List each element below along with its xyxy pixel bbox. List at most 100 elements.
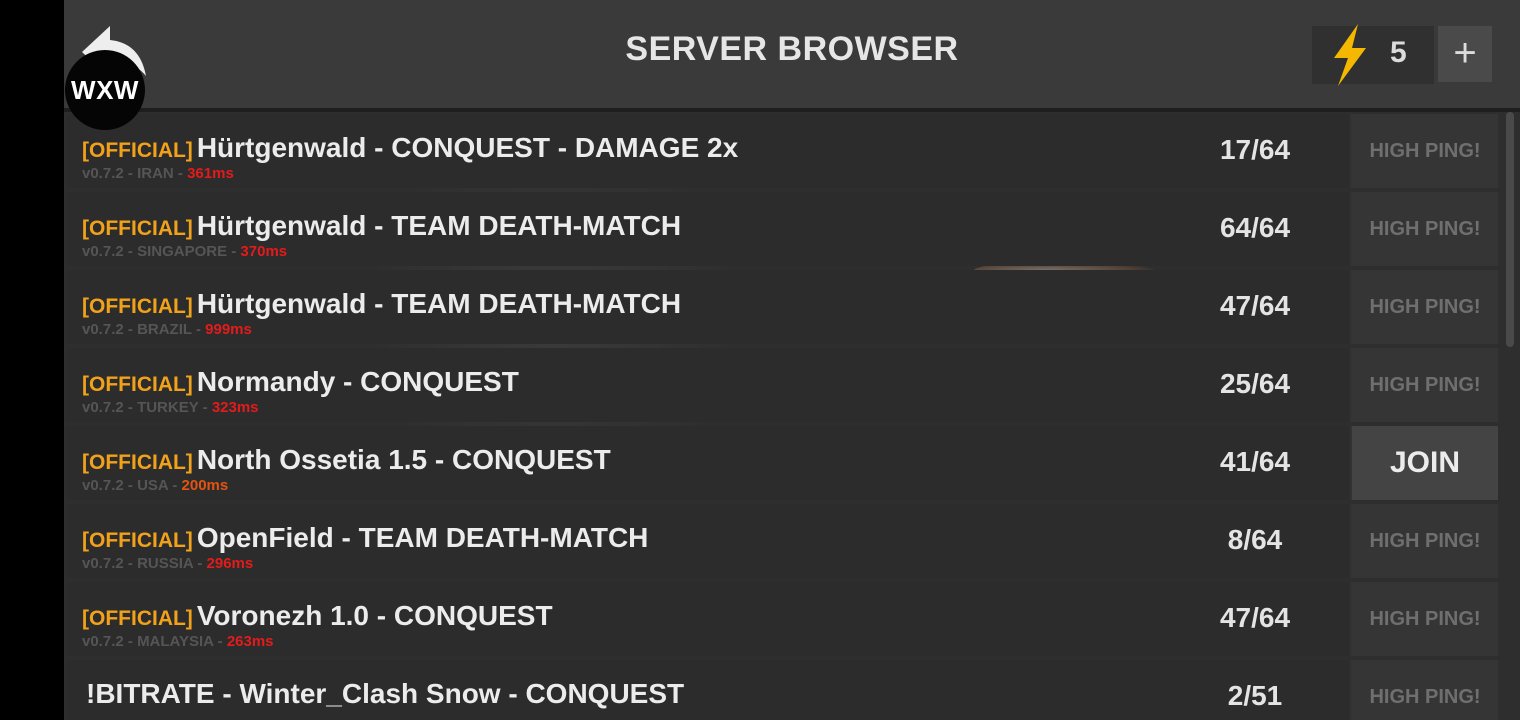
meta-separator: - [123,165,138,182]
meta-separator: - [213,633,227,650]
page-title: SERVER BROWSER [625,30,959,68]
server-info[interactable]: [OFFICIAL] Normandy - CONQUEST v0.7.2 - TU… [66,348,1350,422]
meta-separator: - [191,321,206,338]
server-ping: 323ms [211,399,259,416]
server-name: !BITRATE - Winter_Clash Snow - CONQUEST [86,678,685,709]
join-button[interactable]: JOIN [1352,426,1498,500]
server-version: v0.7.2 [82,555,124,572]
add-energy-button[interactable]: + [1438,26,1492,82]
scrollbar[interactable] [1506,112,1514,347]
official-tag: [OFFICIAL] [82,529,193,552]
server-meta: v0.7.2 - SINGAPORE - 370ms [82,243,287,260]
server-meta: v0.7.2 - IRAN - 361ms [82,165,234,182]
official-tag: [OFFICIAL] [82,451,193,474]
server-ping: 200ms [181,477,229,494]
server-title: [OFFICIAL] Hürtgenwald - TEAM DEATH-MATCH [82,288,681,320]
meta-separator: - [123,321,138,338]
header-bar: SERVER BROWSER 5 + [64,0,1520,112]
player-count: 47/64 [1219,602,1291,633]
server-version: v0.7.2 [82,399,124,416]
server-title: !BITRATE - Winter_Clash Snow - CONQUEST [82,678,684,710]
player-count: 47/64 [1219,290,1291,321]
server-name: Normandy - CONQUEST [196,366,519,397]
player-count: 2/51 [1227,680,1283,711]
server-name: Hürtgenwald - TEAM DEATH-MATCH [196,210,682,241]
official-tag: [OFFICIAL] [82,139,193,162]
meta-separator: - [123,243,138,260]
official-tag: [OFFICIAL] [82,373,193,396]
high-ping-status: HIGH PING! [1352,582,1498,656]
server-version: v0.7.2 [82,321,124,338]
server-ping: 370ms [240,243,288,260]
meta-separator: - [173,165,188,182]
server-version: v0.7.2 [82,165,124,182]
server-row[interactable]: [OFFICIAL] OpenField - TEAM DEATH-MATCH v0… [66,504,1498,578]
player-count: 17/64 [1219,134,1291,165]
meta-separator: - [168,477,182,494]
high-ping-status: HIGH PING! [1352,660,1498,720]
server-row[interactable]: !BITRATE - Winter_Clash Snow - CONQUEST 2… [66,660,1498,720]
server-title: [OFFICIAL] North Ossetia 1.5 - CONQUEST [82,444,611,476]
watermark-badge: WXW [65,50,145,130]
game-screen: SERVER BROWSER 5 + [OFFICIAL] Hürtgenwald… [64,0,1520,720]
server-info[interactable]: [OFFICIAL] North Ossetia 1.5 - CONQUEST v0… [66,426,1350,500]
server-meta: v0.7.2 - MALAYSIA - 263ms [82,633,274,650]
server-region: USA [137,477,169,494]
high-ping-status: HIGH PING! [1352,504,1498,578]
high-ping-status: HIGH PING! [1352,270,1498,344]
server-name: Voronezh 1.0 - CONQUEST [196,600,553,631]
server-version: v0.7.2 [82,633,124,650]
server-row[interactable]: [OFFICIAL] North Ossetia 1.5 - CONQUEST v0… [66,426,1498,500]
server-region: IRAN [137,165,174,182]
server-title: [OFFICIAL] Voronezh 1.0 - CONQUEST [82,600,553,632]
server-info[interactable]: [OFFICIAL] OpenField - TEAM DEATH-MATCH v0… [66,504,1350,578]
server-version: v0.7.2 [82,477,124,494]
meta-separator: - [123,477,138,494]
player-count: 8/64 [1227,524,1283,555]
server-row[interactable]: [OFFICIAL] Hürtgenwald - CONQUEST - DAMAG… [66,114,1498,188]
meta-separator: - [198,399,212,416]
server-name: OpenField - TEAM DEATH-MATCH [196,522,649,553]
server-region: RUSSIA [137,555,194,572]
server-list: [OFFICIAL] Hürtgenwald - CONQUEST - DAMAG… [66,114,1498,720]
server-region: BRAZIL [137,321,192,338]
meta-separator: - [123,399,138,416]
server-meta: v0.7.2 - RUSSIA - 296ms [82,555,253,572]
server-name: Hürtgenwald - TEAM DEATH-MATCH [196,288,682,319]
server-info[interactable]: [OFFICIAL] Voronezh 1.0 - CONQUEST v0.7.2 … [66,582,1350,656]
energy-counter: 5 [1312,24,1434,86]
server-info[interactable]: !BITRATE - Winter_Clash Snow - CONQUEST 2… [66,660,1350,720]
energy-count: 5 [1390,36,1407,69]
player-count: 41/64 [1219,446,1291,477]
server-row[interactable]: [OFFICIAL] Voronezh 1.0 - CONQUEST v0.7.2 … [66,582,1498,656]
server-title: [OFFICIAL] Hürtgenwald - CONQUEST - DAMAG… [82,132,738,164]
server-meta: v0.7.2 - USA - 200ms [82,477,228,494]
high-ping-status: HIGH PING! [1352,348,1498,422]
high-ping-status: HIGH PING! [1352,114,1498,188]
server-info[interactable]: [OFFICIAL] Hürtgenwald - TEAM DEATH-MATCH… [66,192,1350,266]
server-title: [OFFICIAL] Normandy - CONQUEST [82,366,519,398]
player-count: 25/64 [1219,368,1291,399]
server-region: SINGAPORE [137,243,228,260]
server-ping: 296ms [206,555,254,572]
server-ping: 361ms [187,165,234,182]
server-version: v0.7.2 [82,243,124,260]
server-ping: 999ms [205,321,252,338]
server-title: [OFFICIAL] OpenField - TEAM DEATH-MATCH [82,522,648,554]
meta-separator: - [123,555,138,572]
server-info[interactable]: [OFFICIAL] Hürtgenwald - TEAM DEATH-MATCH… [66,270,1350,344]
server-title: [OFFICIAL] Hürtgenwald - TEAM DEATH-MATCH [82,210,681,242]
server-name: North Ossetia 1.5 - CONQUEST [196,444,611,475]
server-name: Hürtgenwald - CONQUEST - DAMAGE 2x [196,132,739,163]
player-count: 64/64 [1219,212,1291,243]
meta-separator: - [227,243,241,260]
server-info[interactable]: [OFFICIAL] Hürtgenwald - CONQUEST - DAMAG… [66,114,1350,188]
meta-separator: - [193,555,207,572]
server-row[interactable]: [OFFICIAL] Hürtgenwald - TEAM DEATH-MATCH… [66,270,1498,344]
server-row[interactable]: [OFFICIAL] Hürtgenwald - TEAM DEATH-MATCH… [66,192,1498,266]
meta-separator: - [123,633,138,650]
lightning-bolt-icon [1334,24,1366,86]
server-ping: 263ms [226,633,274,650]
server-row[interactable]: [OFFICIAL] Normandy - CONQUEST v0.7.2 - TU… [66,348,1498,422]
official-tag: [OFFICIAL] [82,295,193,318]
